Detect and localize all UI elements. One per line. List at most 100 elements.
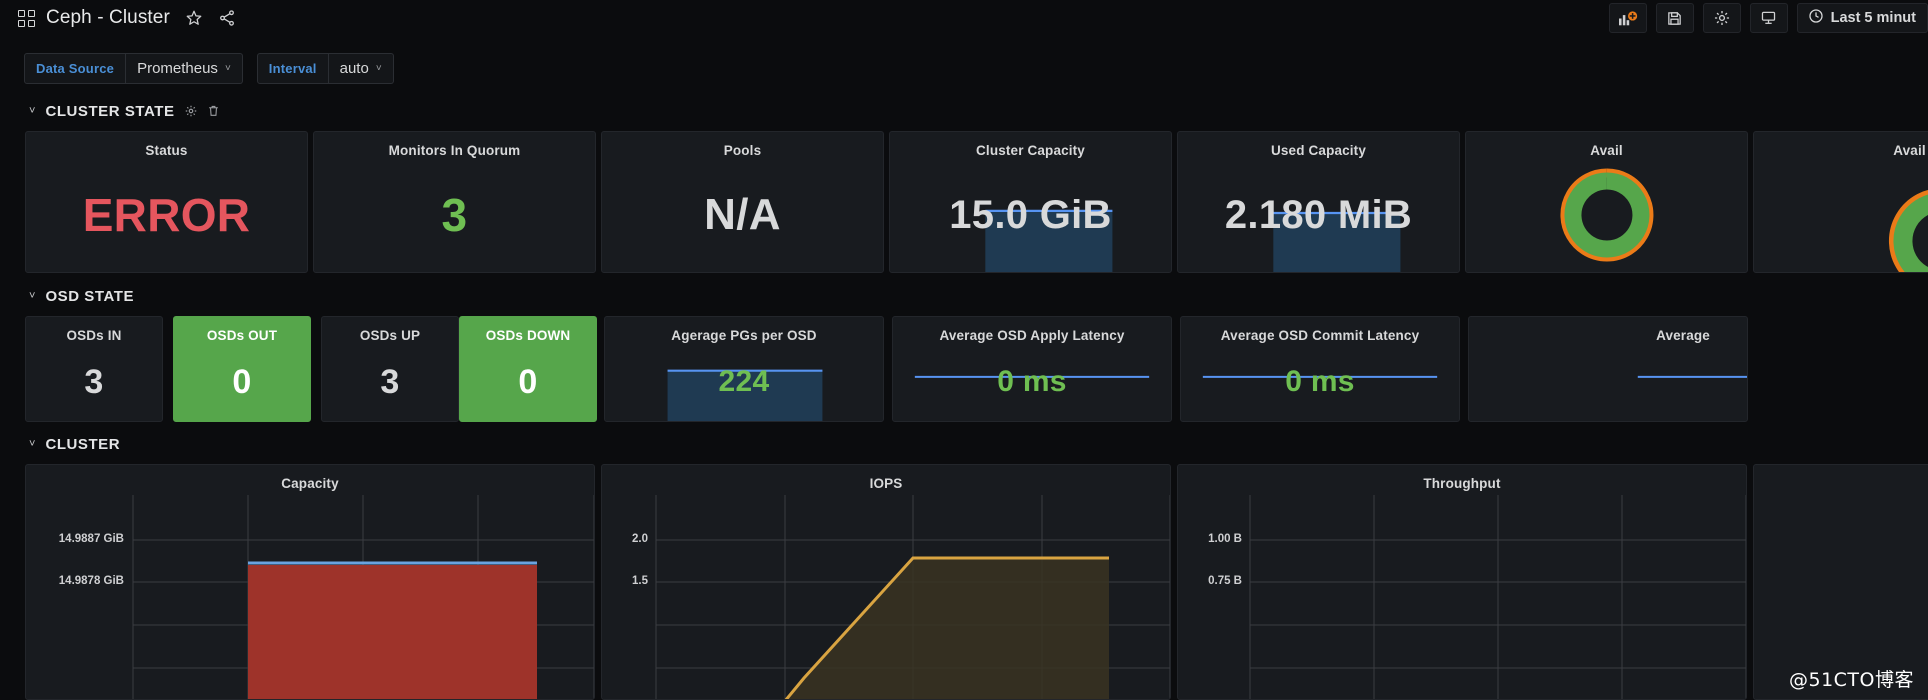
sparkline xyxy=(1469,343,1747,421)
stat-value: 224 xyxy=(718,365,770,398)
panel-osds-out[interactable]: OSDs OUT 0 xyxy=(173,316,311,422)
watermark: @51CTO博客 xyxy=(1788,669,1914,691)
graph-area: 14.9887 GiB 14.9878 GiB xyxy=(26,495,594,699)
panel-title: Monitors In Quorum xyxy=(388,143,521,158)
stat-value: 3 xyxy=(380,362,400,401)
y-axis-tick: 1.00 B xyxy=(1208,533,1242,545)
row-title-cluster-state: CLUSTER STATE xyxy=(45,102,175,120)
panel-title: Cluster Capacity xyxy=(976,143,1085,158)
grid-icon xyxy=(18,9,35,27)
panel-used-capacity[interactable]: Used Capacity 2.180 MiB xyxy=(1177,131,1460,273)
panel-available-capacity[interactable]: Avail xyxy=(1465,131,1748,273)
gauge-icon xyxy=(1888,189,1928,272)
panel-title: IOPS xyxy=(869,476,903,491)
y-axis-tick: 14.9887 GiB xyxy=(58,533,124,545)
panel-capacity-graph[interactable]: Capacity 14.9887 GiB 14.9878 GiB xyxy=(25,464,595,700)
panel-monitors-in-quorum[interactable]: Monitors In Quorum 3 xyxy=(313,131,596,273)
variable-datasource-value: Prometheus xyxy=(137,60,218,77)
template-variables: Data Source Prometheus ˅ Interval auto ˅ xyxy=(24,53,408,84)
graph-area: 1.00 B 0.75 B xyxy=(1178,495,1746,699)
stat-value: 2.180 MiB xyxy=(1224,192,1413,237)
row-header-cluster-state[interactable]: ˅ CLUSTER STATE xyxy=(29,100,220,122)
panel-title: Throughput xyxy=(1423,476,1501,491)
panel-title: Status xyxy=(145,143,188,158)
panel-osds-down[interactable]: OSDs DOWN 0 xyxy=(459,316,597,422)
row-delete-trash-icon[interactable] xyxy=(207,104,220,118)
row-title-cluster: CLUSTER xyxy=(45,435,121,453)
panel-osds-in[interactable]: OSDs IN 3 xyxy=(25,316,163,422)
panel-status[interactable]: Status ERROR xyxy=(25,131,308,273)
time-range-picker[interactable]: Last 5 minut xyxy=(1796,3,1928,33)
toolbar: Last 5 minut xyxy=(1608,0,1928,36)
stat-value: 15.0 GiB xyxy=(949,192,1112,237)
row-settings-gear-icon[interactable] xyxy=(184,104,198,118)
variable-interval-value: auto xyxy=(339,60,369,77)
panel-title: Average xyxy=(1656,328,1710,343)
panel-title: Avail xyxy=(1590,143,1623,158)
panel-title: OSDs IN xyxy=(66,328,122,343)
panel-title: Average OSD Commit Latency xyxy=(1220,328,1420,343)
panel-title: OSDs OUT xyxy=(206,328,278,343)
panel-title: Capacity xyxy=(281,476,339,491)
iops-chart-svg xyxy=(655,495,1170,699)
stat-value: N/A xyxy=(704,190,781,239)
share-icon[interactable] xyxy=(218,9,236,27)
variable-interval-label: Interval xyxy=(256,53,329,84)
panel-osds-up[interactable]: OSDs UP 3 xyxy=(321,316,459,422)
chevron-down-icon: ˅ xyxy=(29,290,36,302)
stat-value: 0 ms xyxy=(997,365,1067,398)
panel-iops-graph[interactable]: IOPS 2.0 1.5 xyxy=(601,464,1171,700)
clock-icon xyxy=(1808,8,1824,28)
time-range-label: Last 5 minut xyxy=(1830,10,1916,26)
y-axis-tick: 0.75 B xyxy=(1208,575,1242,587)
panel-title: Used Capacity xyxy=(1271,143,1366,158)
panel-average-osd-apply-latency[interactable]: Average OSD Apply Latency 0 ms xyxy=(892,316,1172,422)
add-panel-icon[interactable] xyxy=(1608,3,1647,33)
panel-title: OSDs UP xyxy=(359,328,421,343)
stat-value: 3 xyxy=(84,362,104,401)
panel-title: Pools xyxy=(723,143,762,158)
row-header-cluster[interactable]: ˅ CLUSTER xyxy=(29,433,120,455)
y-axis-tick: 1.5 xyxy=(632,575,648,587)
panel-available-capacity-overflow[interactable]: Avail xyxy=(1753,131,1928,273)
save-icon[interactable] xyxy=(1655,3,1694,33)
variable-interval-select[interactable]: auto ˅ xyxy=(328,53,394,84)
panel-average-osd-commit-latency[interactable]: Average OSD Commit Latency 0 ms xyxy=(1180,316,1460,422)
chevron-down-icon: ˅ xyxy=(29,438,36,450)
row-title-osd-state: OSD STATE xyxy=(45,287,135,305)
variable-interval: Interval auto ˅ xyxy=(256,53,394,84)
variable-datasource-label: Data Source xyxy=(24,53,127,84)
stat-value: 0 ms xyxy=(1285,365,1355,398)
stat-value: 0 xyxy=(518,362,538,401)
panel-average-overflow[interactable]: Average xyxy=(1468,316,1748,422)
graph-area: 2.0 1.5 xyxy=(602,495,1170,699)
stat-value: 3 xyxy=(441,189,468,241)
row-header-osd-state[interactable]: ˅ OSD STATE xyxy=(29,285,134,307)
page-title: Ceph - Cluster xyxy=(46,7,170,28)
panel-throughput-graph[interactable]: Throughput 1.00 B 0.75 B xyxy=(1177,464,1747,700)
chevron-down-icon: ˅ xyxy=(224,63,231,74)
star-icon[interactable] xyxy=(185,9,203,27)
panel-cluster-capacity[interactable]: Cluster Capacity 15.0 GiB xyxy=(889,131,1172,273)
panel-title: Agerage PGs per OSD xyxy=(671,328,817,343)
variable-datasource-select[interactable]: Prometheus ˅ xyxy=(126,53,243,84)
panel-pools[interactable]: Pools N/A xyxy=(601,131,884,273)
panel-title: Average OSD Apply Latency xyxy=(939,328,1125,343)
chevron-down-icon: ˅ xyxy=(375,63,382,74)
throughput-chart-svg xyxy=(1249,495,1746,699)
panel-title: OSDs DOWN xyxy=(485,328,571,343)
variable-datasource: Data Source Prometheus ˅ xyxy=(24,53,243,84)
top-navbar: Ceph - Cluster Last 5 minut xyxy=(0,0,1928,36)
y-axis-tick: 2.0 xyxy=(632,533,648,545)
y-axis-tick: 14.9878 GiB xyxy=(58,575,124,587)
grafana-dashboard: Ceph - Cluster Last 5 minut Data Source … xyxy=(0,0,1928,700)
tv-kiosk-icon[interactable] xyxy=(1749,3,1788,33)
capacity-chart-svg xyxy=(132,495,594,699)
panel-average-pgs-per-osd[interactable]: Agerage PGs per OSD 224 xyxy=(604,316,884,422)
stat-value: ERROR xyxy=(82,189,251,241)
panel-title: Avail xyxy=(1893,143,1926,158)
gear-icon[interactable] xyxy=(1702,3,1741,33)
gauge-icon xyxy=(1559,168,1653,262)
stat-value: 0 xyxy=(232,362,252,401)
chevron-down-icon: ˅ xyxy=(29,105,36,117)
